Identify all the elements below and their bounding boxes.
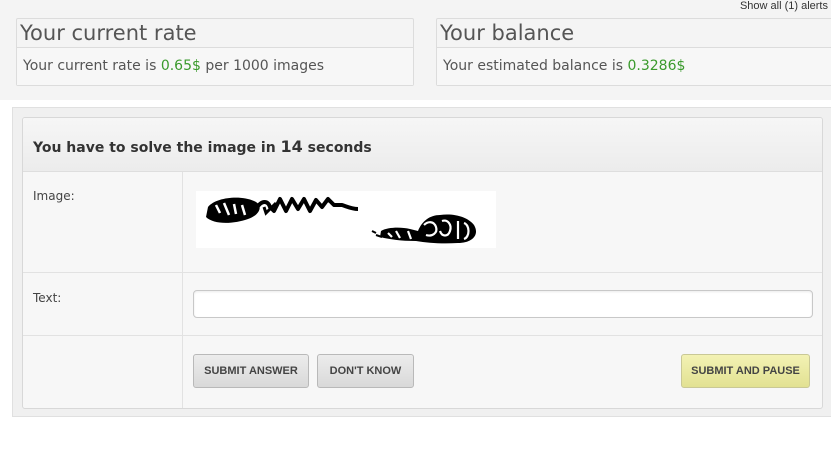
dont-know-button[interactable]: DON'T KNOW xyxy=(317,354,414,388)
row-divider xyxy=(182,273,183,335)
text-label: Text: xyxy=(33,291,62,305)
buttons-row: SUBMIT ANSWER DON'T KNOW SUBMIT AND PAUS… xyxy=(23,336,822,408)
balance-prefix: Your estimated balance is xyxy=(443,58,628,74)
submit-and-pause-button[interactable]: SUBMIT AND PAUSE xyxy=(681,354,810,388)
row-divider xyxy=(182,336,183,408)
show-alerts-link[interactable]: Show all (1) alerts xyxy=(740,0,828,12)
solve-header-text: You have to solve the image in 14 second… xyxy=(33,137,372,156)
captcha-image xyxy=(196,191,496,248)
submit-answer-button[interactable]: SUBMIT ANSWER xyxy=(193,354,309,388)
current-rate-title: Your current rate xyxy=(20,21,197,45)
solve-header-suffix: seconds xyxy=(302,140,372,156)
text-row: Text: xyxy=(23,273,822,336)
balance-body: Your estimated balance is 0.3286$ xyxy=(437,47,831,85)
current-rate-value: 0.65$ xyxy=(160,58,201,74)
captcha-graphic xyxy=(206,197,477,244)
balance-text: Your estimated balance is 0.3286$ xyxy=(443,58,685,74)
current-rate-suffix: per 1000 images xyxy=(200,58,325,74)
current-rate-panel: Your current rate Your current rate is 0… xyxy=(16,18,414,86)
countdown-seconds: 14 xyxy=(280,137,303,156)
current-rate-prefix: Your current rate is xyxy=(23,58,161,74)
captcha-answer-input[interactable] xyxy=(193,290,813,318)
solve-header: You have to solve the image in 14 second… xyxy=(23,118,822,172)
solve-box: You have to solve the image in 14 second… xyxy=(22,117,823,409)
row-divider xyxy=(182,172,183,272)
current-rate-body: Your current rate is 0.65$ per 1000 imag… xyxy=(17,47,413,85)
balance-panel: Your balance Your estimated balance is 0… xyxy=(436,18,831,86)
solve-header-prefix: You have to solve the image in xyxy=(33,140,281,156)
balance-value: 0.3286$ xyxy=(627,58,686,74)
image-label: Image: xyxy=(33,189,75,203)
balance-title: Your balance xyxy=(440,21,575,45)
image-row: Image: xyxy=(23,172,822,273)
current-rate-text: Your current rate is 0.65$ per 1000 imag… xyxy=(23,58,324,74)
